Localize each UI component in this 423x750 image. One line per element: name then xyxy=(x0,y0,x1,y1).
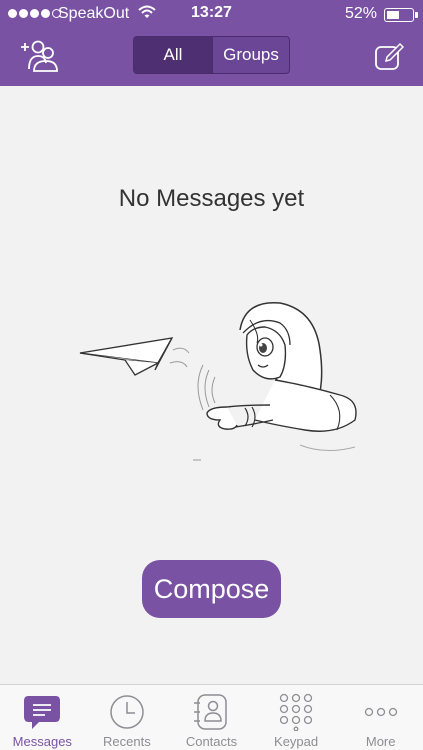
tab-label: Contacts xyxy=(185,734,238,749)
battery-percent: 52% xyxy=(344,5,377,22)
status-bar: SpeakOut 13:27 52% xyxy=(0,0,423,28)
segment-groups[interactable]: Groups xyxy=(212,37,289,73)
more-icon xyxy=(361,693,401,731)
segment-all[interactable]: All xyxy=(134,37,212,73)
tab-contacts[interactable]: Contacts xyxy=(169,685,254,750)
tab-messages[interactable]: Messages xyxy=(0,685,85,750)
tab-keypad[interactable]: Keypad xyxy=(254,685,339,750)
contacts-icon xyxy=(191,693,231,731)
battery-icon xyxy=(384,8,418,22)
tab-label: Keypad xyxy=(274,734,319,749)
tab-more[interactable]: More xyxy=(338,685,423,750)
bottom-tab-bar: Messages Recents Contacts Keypad More xyxy=(0,684,423,750)
empty-state-title: No Messages yet xyxy=(118,185,305,212)
keypad-icon xyxy=(276,693,316,731)
compose-edit-icon[interactable] xyxy=(374,42,404,72)
tab-label: Messages xyxy=(12,734,72,749)
messages-filter-segmented-control: All Groups xyxy=(133,36,290,74)
tab-label: Recents xyxy=(103,734,151,749)
app-header: SpeakOut 13:27 52% All Groups xyxy=(0,0,423,86)
tab-label: More xyxy=(365,734,396,749)
paper-plane-icon xyxy=(79,337,174,376)
clock-icon xyxy=(107,693,147,731)
messages-icon xyxy=(22,693,62,731)
paper-plane-girl-illustration xyxy=(79,302,357,461)
tab-recents[interactable]: Recents xyxy=(85,685,170,750)
add-contact-icon[interactable] xyxy=(18,38,60,74)
compose-button[interactable]: Compose xyxy=(142,560,281,618)
